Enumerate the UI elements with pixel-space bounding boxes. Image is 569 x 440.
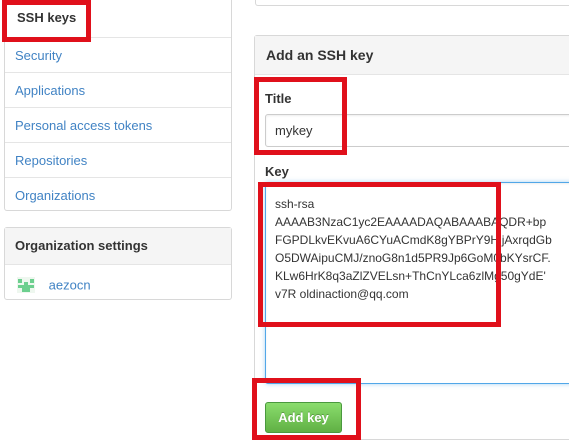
sidebar-item-security[interactable]: Security [5,37,231,72]
sidebar-item-organizations[interactable]: Organizations [5,177,231,212]
title-input[interactable]: mykey [265,114,569,147]
add-ssh-key-heading: Add an SSH key [255,36,569,75]
previous-panel-edge [255,0,569,6]
key-line: KLw6HrK8q3aZlZVELsn+ThCnYLca6zlMg50gYdE' [275,269,546,283]
title-label: Title [265,91,292,106]
key-line: AAAAB3NzaC1yc2EAAAADAQABAAABAQDR+bp [275,215,547,229]
identicon-avatar-icon [17,276,35,293]
sidebar-item-applications[interactable]: Applications [5,72,231,107]
sidebar-item-ssh-keys[interactable]: SSH keys [4,0,231,37]
organization-settings-heading: Organization settings [5,228,231,265]
sidebar-item-repositories[interactable]: Repositories [5,142,231,177]
key-label: Key [265,164,289,179]
key-line: v7R oldinaction@qq.com [275,287,409,301]
add-key-button[interactable]: Add key [265,402,342,433]
settings-sidebar-menu: SSH keys Security Applications Personal … [4,0,232,211]
key-line: O5DWAipuCMJ/znoG8n1d5PR9Jp6GoM0bKYsrCF. [275,251,551,265]
key-line: FGPDLkvEKvuA6CYuACmdK8gYBPrY9HjjAxrqdGb [275,233,552,247]
organization-item[interactable]: aezocn [17,274,91,296]
key-textarea[interactable]: ssh-rsa AAAAB3NzaC1yc2EAAAADAQABAAABAQDR… [265,182,569,384]
organization-name-link[interactable]: aezocn [49,278,91,293]
key-line: ssh-rsa [275,197,315,211]
sidebar-item-personal-access-tokens[interactable]: Personal access tokens [5,107,231,142]
organization-settings-box: Organization settings aezocn [4,227,232,300]
